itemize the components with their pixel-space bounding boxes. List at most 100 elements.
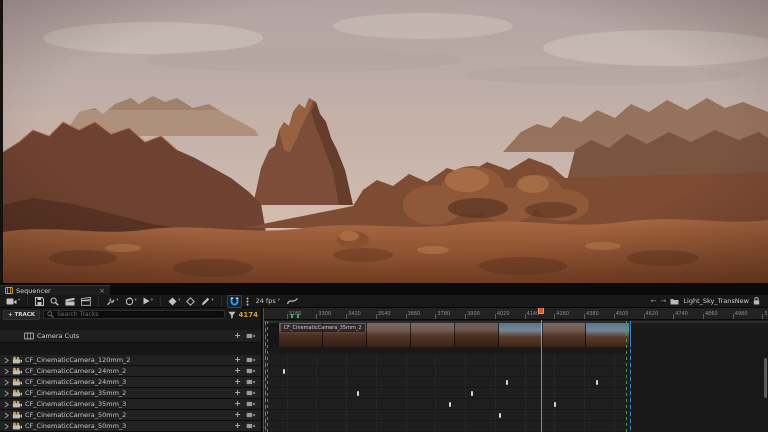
track-row-CF_CinematicCamera_24mm_2[interactable]: CF_CinematicCamera_24mm_2 + [0, 366, 261, 377]
sequence-name[interactable]: Light_Sky_TransNew [683, 297, 749, 305]
marked-frame[interactable] [290, 314, 293, 318]
find-in-browser-button[interactable] [48, 296, 61, 307]
add-section-button[interactable]: + [234, 389, 241, 397]
tab-title: Sequencer [16, 286, 51, 295]
sequence-options-button[interactable]: ▾ [4, 296, 22, 306]
track-row-CF_CinematicCamera_120mm_2[interactable]: CF_CinematicCamera_120mm_2 + [0, 355, 261, 366]
add-section-button[interactable]: + [234, 400, 241, 408]
camera-lock-button[interactable] [246, 368, 255, 374]
cine-camera-icon [12, 411, 22, 419]
save-button[interactable] [33, 296, 46, 307]
marked-frame[interactable] [297, 314, 300, 318]
add-section-button[interactable]: + [234, 356, 241, 364]
close-icon[interactable]: × [99, 287, 105, 295]
add-track-button[interactable]: + TRACK [3, 309, 41, 320]
actions-button[interactable]: ▾ [104, 296, 120, 307]
expand-chevron-icon[interactable] [4, 357, 9, 364]
playback-options-button[interactable]: ▾ [123, 296, 139, 307]
add-section-button[interactable]: + [234, 411, 241, 419]
track-row-CF_CinematicCamera_24mm_3[interactable]: CF_CinematicCamera_24mm_3 + [0, 377, 261, 388]
expand-chevron-icon[interactable] [4, 379, 9, 386]
snap-options-button[interactable] [244, 296, 251, 307]
keyframe[interactable] [356, 391, 359, 396]
track-label: CF_CinematicCamera_120mm_2 [25, 356, 131, 364]
keyframe[interactable] [471, 391, 474, 396]
track-row-CF_CinematicCamera_50mm_2[interactable]: CF_CinematicCamera_50mm_2 + [0, 410, 261, 421]
camera-lock-button[interactable] [246, 333, 255, 339]
forward-button[interactable]: → [661, 297, 667, 305]
add-section-button[interactable]: + [234, 332, 241, 340]
playhead[interactable]: 4174 [537, 308, 565, 314]
search-icon [50, 297, 60, 306]
cine-camera-icon [12, 389, 22, 397]
selection-range-end[interactable] [630, 321, 632, 432]
loop-arrow-icon [125, 296, 133, 305]
camera-cut-thumbnail[interactable] [454, 323, 499, 347]
camera-lock-button[interactable] [246, 423, 255, 429]
timeline-ruler[interactable]: 3180 3300 3420 3540 3660 3780 3900 4020 4140 4260… [264, 308, 768, 320]
track-row-CF_CinematicCamera_35mm_3[interactable]: CF_CinematicCamera_35mm_3 + [0, 399, 261, 410]
camera-cut-thumbnail[interactable] [410, 323, 455, 347]
playhead-handle[interactable] [537, 308, 544, 314]
sequencer-tab-bar: Sequencer × [0, 284, 768, 295]
unreal-editor-window: Sequencer × ▾ ▾ ▾ ▾ ▾ ▾ 24 fps ▾ ← → Lig… [0, 0, 768, 432]
search-tracks-input[interactable]: Search Tracks [43, 310, 225, 319]
keyframe-options-button[interactable]: ▾ [166, 296, 182, 307]
expand-chevron-icon[interactable] [4, 368, 9, 375]
add-section-button[interactable]: + [234, 378, 241, 386]
camera-cut-thumbnail[interactable] [586, 323, 631, 347]
playhead-frame-label: 4174 [547, 308, 565, 310]
add-section-button[interactable]: + [234, 367, 241, 375]
keyframe[interactable] [553, 402, 556, 407]
create-camera-button[interactable] [63, 296, 77, 307]
slate-icon [81, 296, 92, 306]
track-camera-cuts[interactable]: Camera Cuts + [0, 330, 261, 343]
track-row-CF_CinematicCamera_50mm_3[interactable]: CF_CinematicCamera_50mm_3 + [0, 421, 261, 432]
camera-cut-thumbnail[interactable] [366, 323, 411, 347]
current-frame-display[interactable]: 4174 [239, 311, 258, 319]
track-label: CF_CinematicCamera_35mm_3 [25, 400, 127, 408]
camera-lock-button[interactable] [246, 412, 255, 418]
vertical-scrollbar[interactable] [764, 354, 768, 432]
fps-dropdown[interactable]: 24 fps ▾ [253, 296, 283, 306]
keyframe[interactable] [595, 380, 598, 385]
timeline-area: 3180 3300 3420 3540 3660 3780 3900 4020 4140 4260… [263, 308, 768, 432]
camera-lock-button[interactable] [246, 390, 255, 396]
expand-chevron-icon[interactable] [4, 412, 9, 419]
filter-icon[interactable] [227, 311, 236, 319]
playhead-line [540, 320, 542, 432]
camera-options-icon [6, 298, 17, 305]
snap-toggle-button[interactable] [226, 294, 242, 308]
cine-camera-icon [12, 422, 22, 430]
camera-lock-button[interactable] [246, 357, 255, 363]
tab-sequencer[interactable]: Sequencer × [0, 285, 110, 295]
keyframe[interactable] [505, 380, 508, 385]
slate-button[interactable] [79, 296, 93, 307]
magnet-icon [230, 297, 238, 305]
track-row-CF_CinematicCamera_35mm_2[interactable]: CF_CinematicCamera_35mm_2 + [0, 388, 261, 399]
camera-lock-button[interactable] [246, 379, 255, 385]
curve-editor-icon [287, 298, 298, 305]
playback-range-end[interactable] [626, 321, 628, 432]
play-button[interactable]: ▾ [141, 296, 155, 306]
keyframe[interactable] [498, 413, 501, 418]
viewport-3d[interactable] [0, 0, 768, 283]
camera-cut-thumbnail[interactable] [542, 323, 587, 347]
expand-chevron-icon[interactable] [4, 401, 9, 408]
lock-icon[interactable] [753, 297, 760, 305]
selection-range-start[interactable] [265, 321, 266, 432]
scrollbar-thumb[interactable] [764, 358, 767, 398]
playback-range-start[interactable] [267, 321, 268, 432]
keyframe[interactable] [283, 369, 286, 374]
back-button[interactable]: ← [651, 297, 657, 305]
keyframe-area[interactable] [264, 354, 768, 432]
expand-chevron-icon[interactable] [4, 423, 9, 430]
camera-cut-thumbnail[interactable] [498, 323, 543, 347]
autokey-button[interactable] [184, 296, 197, 307]
curve-editor-button[interactable] [285, 296, 300, 306]
camera-lock-button[interactable] [246, 401, 255, 407]
add-section-button[interactable]: + [234, 422, 241, 430]
edit-options-button[interactable]: ▾ [199, 296, 215, 307]
camera-cuts-filmstrip[interactable]: CF_CinematicCamera_35mm_2 [264, 321, 768, 347]
expand-chevron-icon[interactable] [4, 390, 9, 397]
